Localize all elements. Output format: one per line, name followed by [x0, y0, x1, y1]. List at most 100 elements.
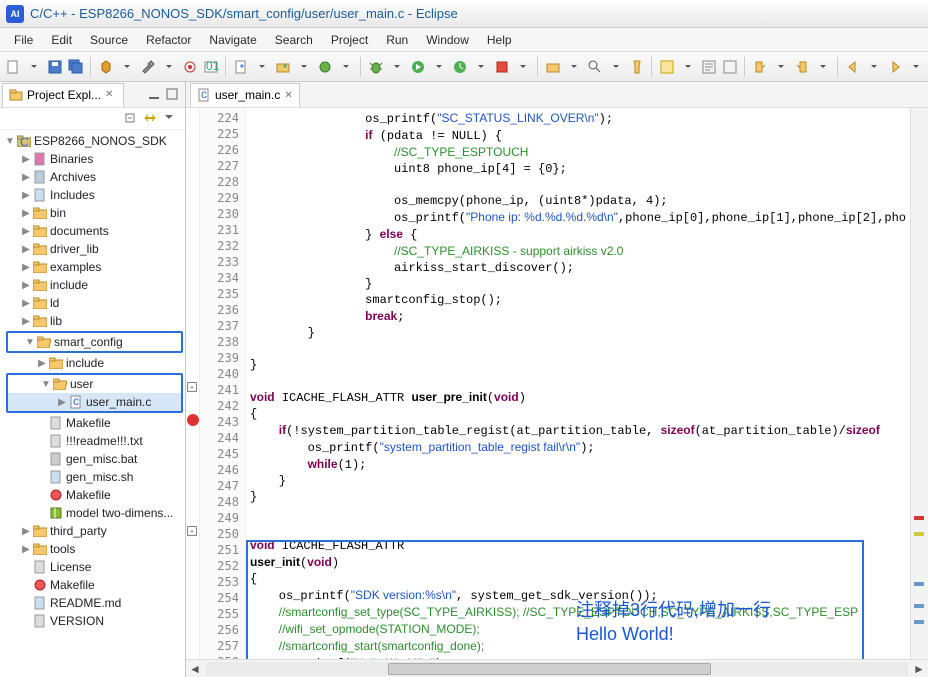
tree-item[interactable]: ▶tools [4, 540, 185, 558]
tree-item[interactable]: ▼smart_config [8, 333, 181, 351]
next-annotation-icon-dropdown[interactable] [772, 58, 789, 76]
tree-item[interactable]: gen_misc.bat [4, 450, 185, 468]
maximize-icon[interactable] [165, 87, 181, 103]
new-class-icon-dropdown[interactable] [337, 58, 354, 76]
back-icon[interactable] [844, 58, 861, 76]
tree-item[interactable]: Makefile [4, 486, 185, 504]
tree-item[interactable]: gen_misc.sh [4, 468, 185, 486]
tree-project-root[interactable]: ▼CESP8266_NONOS_SDK [4, 132, 185, 150]
tree-item[interactable]: Makefile [4, 414, 185, 432]
expand-icon[interactable]: ▶ [20, 262, 32, 273]
expand-icon[interactable]: ▶ [20, 154, 32, 165]
tree-item[interactable]: ▶driver_lib [4, 240, 185, 258]
expand-icon[interactable]: ▶ [20, 208, 32, 219]
tree-item[interactable]: !!!readme!!!.txt [4, 432, 185, 450]
menu-edit[interactable]: Edit [43, 31, 80, 49]
collapse-all-icon[interactable] [123, 111, 139, 127]
close-icon[interactable]: ✕ [284, 90, 292, 101]
wrap-icon[interactable] [700, 58, 717, 76]
menu-source[interactable]: Source [82, 31, 136, 49]
expand-icon[interactable]: ▶ [36, 358, 48, 369]
menu-project[interactable]: Project [323, 31, 376, 49]
scroll-thumb[interactable] [388, 663, 711, 675]
code-text[interactable]: os_printf("SC_STATUS_LINK_OVER\n"); if (… [246, 108, 910, 659]
tree-item[interactable]: ▶include [4, 276, 185, 294]
tree-item[interactable]: README.md [4, 594, 185, 612]
search-icon[interactable] [586, 58, 603, 76]
expand-icon[interactable]: ▶ [20, 244, 32, 255]
flashlight-icon[interactable] [628, 58, 645, 76]
menu-run[interactable]: Run [378, 31, 416, 49]
scroll-track[interactable] [206, 662, 908, 676]
prev-annotation-icon-dropdown[interactable] [814, 58, 831, 76]
expand-icon[interactable]: ▶ [56, 397, 68, 408]
forward-icon-dropdown[interactable] [907, 58, 924, 76]
build-icon-dropdown[interactable] [118, 58, 135, 76]
fold-icon[interactable]: - [187, 526, 197, 536]
expand-icon[interactable]: ▶ [20, 544, 32, 555]
run-icon-dropdown[interactable] [430, 58, 447, 76]
toggle-mark-icon-dropdown[interactable] [679, 58, 696, 76]
search-icon-dropdown[interactable] [607, 58, 624, 76]
expand-icon[interactable]: ▶ [20, 298, 32, 309]
tree-item[interactable]: Makefile [4, 576, 185, 594]
tree-item[interactable]: ▶bin [4, 204, 185, 222]
menu-search[interactable]: Search [267, 31, 321, 49]
editor-tab-user-main[interactable]: c user_main.c ✕ [190, 83, 300, 107]
tree-item[interactable]: License [4, 558, 185, 576]
expand-icon[interactable]: ▶ [20, 226, 32, 237]
view-menu-icon[interactable] [163, 111, 179, 127]
expand-icon[interactable]: ▶ [20, 172, 32, 183]
profile-icon[interactable] [451, 58, 468, 76]
minimize-icon[interactable] [147, 87, 163, 103]
expand-icon[interactable]: ▼ [24, 337, 36, 348]
expand-icon[interactable]: ▶ [20, 190, 32, 201]
editor-body[interactable]: -- 2242252262272282292302312322332342352… [186, 108, 928, 659]
external-tools-icon-dropdown[interactable] [514, 58, 531, 76]
tree-item[interactable]: ▶cuser_main.c [8, 393, 181, 411]
overview-mark[interactable] [914, 620, 924, 624]
tree-item[interactable]: ▶examples [4, 258, 185, 276]
next-annotation-icon[interactable] [751, 58, 768, 76]
tree-item[interactable]: ▼user [8, 375, 181, 393]
menu-refactor[interactable]: Refactor [138, 31, 199, 49]
menu-file[interactable]: File [6, 31, 41, 49]
debug-icon[interactable] [367, 58, 384, 76]
scroll-left-icon[interactable]: ◄ [186, 661, 204, 677]
new-icon-dropdown[interactable] [25, 58, 42, 76]
tree-item[interactable]: ▶Archives [4, 168, 185, 186]
new-folder-icon[interactable] [274, 58, 291, 76]
binary-icon[interactable]: 01 [202, 58, 219, 76]
back-icon-dropdown[interactable] [865, 58, 882, 76]
hammer-icon[interactable] [139, 58, 156, 76]
overview-mark[interactable] [914, 582, 924, 586]
expand-icon[interactable]: ▼ [40, 379, 52, 390]
new-folder-icon-dropdown[interactable] [295, 58, 312, 76]
overview-mark[interactable] [914, 604, 924, 608]
tree-item[interactable]: ▶documents [4, 222, 185, 240]
save-icon[interactable] [46, 58, 63, 76]
build-icon[interactable] [97, 58, 114, 76]
tree-item[interactable]: ▶Includes [4, 186, 185, 204]
tree-item[interactable]: ▶include [4, 354, 185, 372]
block-icon[interactable] [721, 58, 738, 76]
hammer-icon-dropdown[interactable] [160, 58, 177, 76]
profile-icon-dropdown[interactable] [472, 58, 489, 76]
tree-item[interactable]: VERSION [4, 612, 185, 630]
expand-icon[interactable]: ▶ [20, 280, 32, 291]
new-class-icon[interactable] [316, 58, 333, 76]
debug-icon-dropdown[interactable] [388, 58, 405, 76]
close-icon[interactable]: ✕ [105, 89, 117, 101]
overview-mark[interactable] [914, 516, 924, 520]
scroll-right-icon[interactable]: ► [910, 661, 928, 677]
overview-mark[interactable] [914, 532, 924, 536]
prev-annotation-icon[interactable] [793, 58, 810, 76]
link-with-editor-icon[interactable] [143, 111, 159, 127]
tree-item[interactable]: ▶lib [4, 312, 185, 330]
tree-item[interactable]: model two-dimens... [4, 504, 185, 522]
new-icon[interactable] [4, 58, 21, 76]
menu-help[interactable]: Help [479, 31, 520, 49]
run-icon[interactable] [409, 58, 426, 76]
toggle-mark-icon[interactable] [658, 58, 675, 76]
new-cpp-icon-dropdown[interactable] [253, 58, 270, 76]
